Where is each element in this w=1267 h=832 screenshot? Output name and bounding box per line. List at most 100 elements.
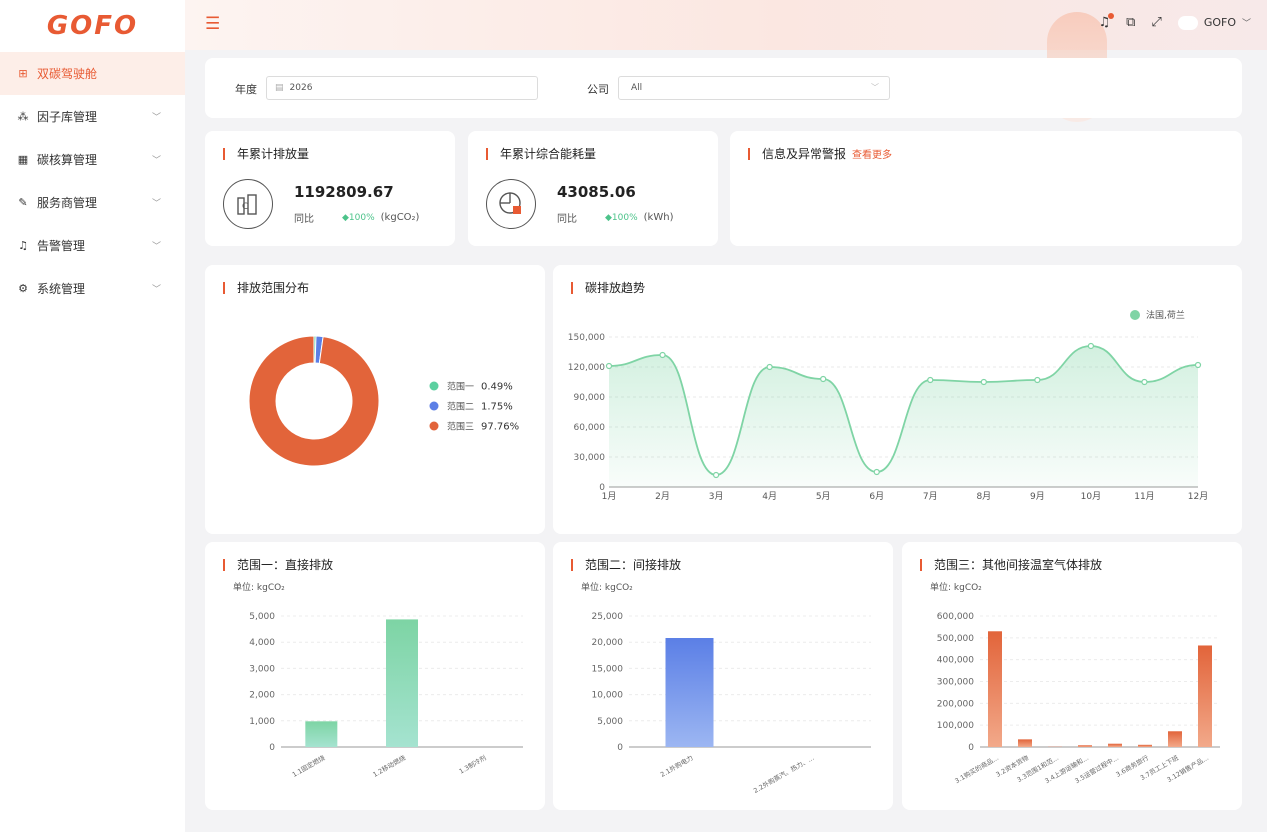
bell-icon: ♫ — [18, 239, 28, 252]
x-tick-label: 2.1外购电力 — [659, 753, 695, 779]
y-tick-label: 0 — [617, 743, 623, 753]
year-picker[interactable]: ▤ 2026 — [266, 76, 538, 100]
sidebar-item-factor-library[interactable]: ⁂ 因子库管理 ﹀ — [0, 95, 185, 138]
bar — [305, 721, 338, 747]
x-tick-label: 10月 — [1081, 491, 1101, 502]
settings-icon: ⚙ — [18, 282, 28, 295]
scope3-chart: 0 100,000 200,000 300,000 400,000 500,000 600,… — [937, 612, 1220, 785]
chevron-down-icon: ﹀ — [151, 113, 161, 123]
legend-value: 1.75% — [481, 402, 513, 413]
donut-slice — [248, 335, 380, 467]
scope2-chart: 0 5,000 10,000 15,000 20,000 25,000 2.1外购电力 2.2… — [592, 612, 871, 795]
data-point — [927, 376, 934, 384]
alerts-title: 信息及异常警报 — [762, 147, 847, 161]
sidebar-item-provider[interactable]: ✎ 服务商管理 ﹀ — [0, 181, 185, 224]
scope3-card: 范围三：其他间接温室气体排放 单位: kgCO₂ 0 100,000 200,000… — [902, 542, 1242, 810]
x-tick-label: 2月 — [655, 491, 670, 502]
legend-marker — [429, 421, 439, 431]
year-value: 2026 — [289, 83, 313, 93]
sidebar-item-system[interactable]: ⚙ 系统管理 ﹀ — [0, 267, 185, 310]
y-tick-label: 300,000 — [937, 678, 974, 688]
bar — [988, 631, 1002, 747]
sidebar: GOFO ⊞ 双碳驾驶舱 ⁂ 因子库管理 ﹀ ▦ 碳核算管理 ﹀ ✎ 服务商管理… — [0, 0, 185, 832]
bar — [1108, 743, 1122, 747]
y-tick-label: 5,000 — [249, 612, 275, 622]
x-tick-label: 7月 — [923, 491, 938, 502]
view-more-link[interactable]: 查看更多 — [852, 146, 892, 161]
card-title: 年累计综合能耗量 — [486, 145, 596, 162]
x-tick-label: 4月 — [762, 491, 777, 502]
translate-icon[interactable]: ⧉ — [1126, 15, 1135, 30]
bar — [1138, 744, 1152, 747]
y-tick-label: 100,000 — [937, 721, 974, 731]
data-point — [820, 375, 827, 383]
y-tick-label: 600,000 — [937, 612, 974, 622]
company-select[interactable]: All ﹀ — [618, 76, 890, 100]
yoy-change: 100% — [348, 212, 375, 223]
user-menu[interactable]: GOFO ﹀ — [1177, 15, 1251, 30]
data-point — [712, 471, 720, 479]
data-point — [766, 363, 773, 371]
sidebar-item-carbon-accounting[interactable]: ▦ 碳核算管理 ﹀ — [0, 138, 185, 181]
chevron-down-icon: ﹀ — [151, 156, 161, 166]
y-tick-label: 1,000 — [249, 717, 275, 727]
y-tick-label: 90,000 — [574, 393, 606, 403]
fullscreen-icon[interactable]: ⤢ — [1151, 15, 1161, 30]
data-point — [873, 468, 880, 476]
scope2-card: 范围二：间接排放 单位: kgCO₂ 0 5,000 10,000 15,000 20,… — [553, 542, 893, 810]
kpi-emission-title: 年累计排放量 — [237, 147, 310, 161]
y-tick-label: 3,000 — [249, 664, 275, 674]
x-tick-label: 3.1购买的商品... — [953, 753, 1000, 785]
legend-label: 法国,荷兰 — [1146, 309, 1185, 321]
legend-value: 0.49% — [481, 382, 513, 393]
legend-marker — [429, 401, 439, 411]
legend-label: 范围二 — [447, 401, 474, 413]
x-tick-label: 2.2外购蒸汽、热力、... — [752, 753, 816, 795]
year-label: 年度 — [235, 83, 257, 96]
sidebar-item-label: 服务商管理 — [37, 196, 98, 210]
logo[interactable]: GOFO — [0, 0, 185, 52]
data-point — [659, 351, 666, 359]
trend-chart: 030,00060,00090,000120,000150,0001月 2月 3月 4… — [568, 309, 1208, 502]
data-point — [1141, 378, 1148, 386]
y-tick-label: 500,000 — [937, 634, 974, 644]
top-actions: ♫ ⧉ ⤢ GOFO ﹀ — [1098, 13, 1251, 30]
sidebar-item-alerts[interactable]: ♫ 告警管理 ﹀ — [0, 224, 185, 267]
sidebar-item-dashboard[interactable]: ⊞ 双碳驾驶舱 — [0, 52, 185, 95]
trend-card: 碳排放趋势 0 30,000 60,000 90,000 120,000 150,000 1… — [553, 265, 1242, 534]
chevron-down-icon: ﹀ — [151, 285, 161, 295]
y-tick-label: 10,000 — [592, 691, 624, 701]
bar — [1198, 645, 1212, 747]
sidebar-item-label: 双碳驾驶舱 — [37, 67, 98, 81]
notification-icon[interactable]: ♫ — [1098, 13, 1115, 30]
scope1-chart: 0 1,000 2,000 3,000 4,000 5,000 1.1固定燃烧 1.2移动燃烧… — [249, 612, 523, 779]
factor-icon: ⁂ — [17, 110, 29, 123]
logo-text: GOFO — [46, 11, 139, 41]
kpi-emission-card: 年累计排放量 C 1192809.67 同比 ◆100% (kgCO₂) — [205, 131, 455, 246]
grid-icon: ⊞ — [18, 67, 28, 80]
y-tick-label: 4,000 — [249, 638, 275, 648]
x-tick-label: 11月 — [1134, 491, 1154, 502]
x-tick-label: 1.2移动燃烧 — [371, 753, 407, 779]
y-tick-label: 120,000 — [568, 363, 605, 373]
menu-toggle-icon[interactable]: ☰ — [205, 14, 220, 34]
kpi-emission-yoy: 同比 ◆100% (kgCO₂) — [294, 210, 419, 225]
yoy-change: 100% — [611, 212, 638, 223]
provider-icon: ✎ — [18, 196, 28, 209]
filter-card: 年度 ▤ 2026 公司 All ﹀ — [205, 58, 1242, 118]
bar — [1018, 739, 1032, 747]
y-tick-label: 2,000 — [249, 691, 275, 701]
data-point — [1034, 376, 1041, 384]
y-tick-label: 60,000 — [574, 423, 606, 433]
legend-label: 范围三 — [447, 421, 474, 433]
y-tick-label: 0 — [269, 743, 275, 753]
calendar-icon: ▤ — [275, 83, 284, 93]
y-tick-label: 5,000 — [597, 717, 623, 727]
y-tick-label: 30,000 — [574, 453, 606, 463]
scope-distribution-card: 排放范围分布 范围一 0.49% 范围二 1.75% 范围三 97.76% — [205, 265, 545, 534]
x-tick-label: 3月 — [709, 491, 724, 502]
sidebar-item-label: 系统管理 — [37, 282, 86, 296]
scope1-card: 范围一：直接排放 单位: kgCO₂ 0 1,000 2,000 3,000 4,000… — [205, 542, 545, 810]
kpi-emission-value: 1192809.67 — [294, 183, 394, 201]
factory-icon: C — [223, 179, 273, 229]
